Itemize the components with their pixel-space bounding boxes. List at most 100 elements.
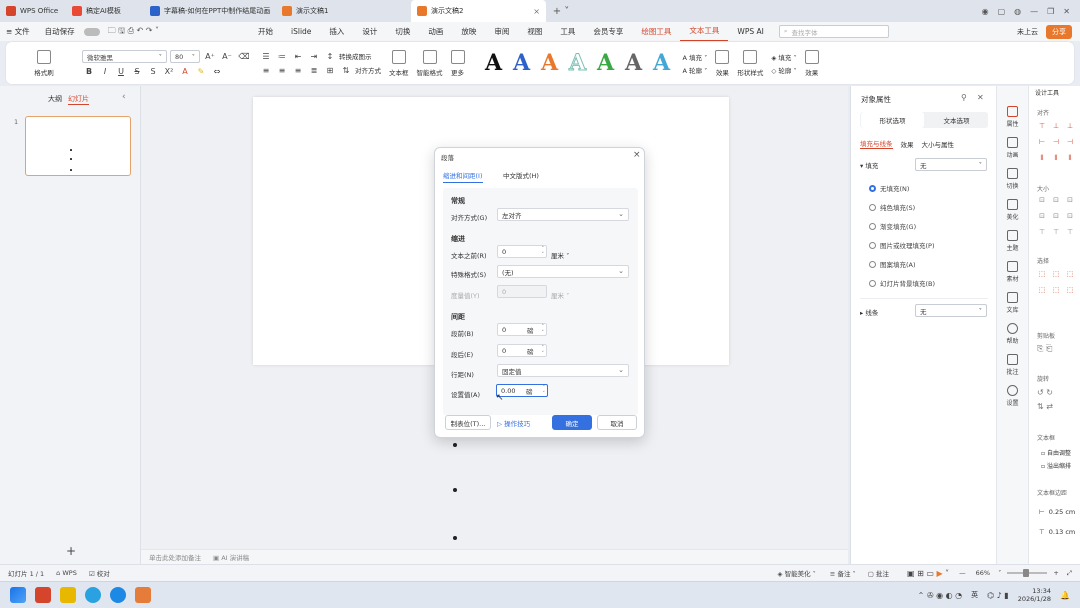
align-middle-icon[interactable]: ⊥ bbox=[1051, 122, 1061, 132]
menu-transition[interactable]: 切换 bbox=[386, 26, 419, 37]
window-mode-icon[interactable]: ▢ bbox=[998, 7, 1006, 16]
size-buttons[interactable]: ⊡ ⊡ ⊡ ⊡ ⊡ ⊡ ⊤ ⊤ ⊤ bbox=[1037, 196, 1079, 238]
clock[interactable]: 13:34 2026/1/28 bbox=[1018, 587, 1051, 603]
edge-icon[interactable] bbox=[85, 587, 101, 603]
comments-button[interactable]: ▢ 批注 bbox=[868, 568, 889, 578]
close-window-icon[interactable]: ✕ bbox=[1063, 7, 1070, 16]
zoom-slider[interactable] bbox=[1007, 569, 1048, 577]
menu-insert[interactable]: 插入 bbox=[320, 26, 353, 37]
slide-thumbnail[interactable] bbox=[25, 116, 131, 176]
rotate-icons[interactable]: ↺ ↻ ⇅ ⇄ bbox=[1037, 386, 1053, 414]
overflow-option[interactable]: ▫ 溢出缩排 bbox=[1041, 461, 1071, 470]
wordart-style-3[interactable]: A bbox=[537, 50, 563, 76]
select-icon[interactable]: ⬚ bbox=[1051, 286, 1061, 296]
superscript-icon[interactable]: X² bbox=[162, 67, 176, 76]
tab-effect[interactable]: 效果 bbox=[901, 139, 914, 149]
numbered-list-icon[interactable]: ≔ bbox=[275, 52, 289, 61]
space-after-input[interactable]: 0 磅 ˄ ˅ bbox=[497, 344, 547, 357]
pin-icon[interactable]: ⚲ bbox=[961, 93, 967, 102]
align-left-icon[interactable]: ≡ bbox=[259, 66, 273, 75]
shape-fill-button[interactable]: ◈ 填充 ˅ bbox=[771, 52, 796, 62]
align-r-icon[interactable]: ⊣ bbox=[1065, 138, 1075, 148]
size-icon[interactable]: ⊤ bbox=[1037, 228, 1047, 238]
tab-fill-line[interactable]: 填充与线条 bbox=[860, 138, 893, 149]
highlight-icon[interactable]: ✎ bbox=[194, 67, 208, 76]
shape-outline-button[interactable]: ◇ 轮廓 ˅ bbox=[771, 65, 796, 75]
file-explorer-icon[interactable] bbox=[60, 587, 76, 603]
tab-stops-button[interactable]: 制表位(T)... bbox=[445, 415, 491, 430]
wordart-style-5[interactable]: A bbox=[593, 50, 619, 76]
search-input[interactable]: ⌕ 查找字体 bbox=[778, 25, 889, 38]
side-item-assets[interactable]: 素材 bbox=[997, 261, 1028, 283]
menu-wps-ai[interactable]: WPS AI bbox=[728, 27, 772, 36]
format-painter-button[interactable]: 格式刷 bbox=[14, 49, 74, 77]
clipboard-icons[interactable]: ⎘ ⎗ bbox=[1037, 344, 1052, 354]
cancel-button[interactable]: 取消 bbox=[597, 415, 637, 430]
start-icon[interactable] bbox=[10, 587, 26, 603]
tab-slides[interactable]: 幻灯片 bbox=[68, 94, 89, 105]
autosave-toggle[interactable] bbox=[83, 27, 100, 36]
browser-icon[interactable] bbox=[110, 587, 126, 603]
size-icon[interactable]: ⊡ bbox=[1065, 212, 1075, 222]
theme-name[interactable]: ⌂ WPS bbox=[56, 569, 77, 577]
size-icon[interactable]: ⊤ bbox=[1051, 228, 1061, 238]
side-item-animation[interactable]: 动画 bbox=[997, 137, 1028, 159]
app-icon[interactable] bbox=[135, 587, 151, 603]
fit-window-icon[interactable]: ⤢ bbox=[1067, 569, 1072, 578]
fill-section-label[interactable]: ▾ 填充 bbox=[860, 160, 878, 170]
grow-font-icon[interactable]: A⁺ bbox=[203, 52, 217, 61]
distributed-icon[interactable]: ⊞ bbox=[323, 66, 337, 75]
proofing-button[interactable]: ☑ 校对 bbox=[89, 568, 110, 578]
margin-2[interactable]: ⊤ 0.13 cm bbox=[1039, 528, 1075, 536]
menu-islide[interactable]: iSlide bbox=[282, 27, 320, 36]
wordart-style-2[interactable]: A bbox=[509, 50, 535, 76]
wordart-style-6[interactable]: A bbox=[621, 50, 647, 76]
zoom-out-icon[interactable]: — bbox=[959, 569, 966, 577]
tab-size[interactable]: 大小与属性 bbox=[922, 139, 955, 149]
side-item-theme[interactable]: 主题 bbox=[997, 230, 1028, 252]
menu-slideshow[interactable]: 放映 bbox=[452, 26, 485, 37]
text-direction-icon[interactable]: ⇅ bbox=[339, 66, 353, 75]
wps-taskbar-icon[interactable] bbox=[35, 587, 51, 603]
decrease-indent-icon[interactable]: ⇤ bbox=[291, 52, 305, 61]
skin-icon[interactable]: ◍ bbox=[1014, 7, 1021, 16]
autofit-option[interactable]: ▫ 自由调整 bbox=[1041, 448, 1071, 457]
fill-background-radio[interactable]: 幻灯片背景填充(B) bbox=[869, 278, 935, 288]
tab-wps-office[interactable]: WPS Office bbox=[0, 0, 66, 22]
distribute-v-icon[interactable]: ⫴ bbox=[1051, 154, 1061, 164]
align-center-icon[interactable]: ≡ bbox=[275, 66, 289, 75]
font-size-select[interactable]: 80 ˅ bbox=[170, 50, 200, 63]
minimize-icon[interactable]: — bbox=[1030, 7, 1038, 16]
more-button[interactable]: 更多 bbox=[450, 49, 465, 77]
add-slide-icon[interactable]: + bbox=[66, 544, 76, 558]
bullet-list-icon[interactable]: ☰ bbox=[259, 52, 273, 61]
fill-none-radio[interactable]: 无填充(N) bbox=[869, 183, 935, 193]
justify-icon[interactable]: ≣ bbox=[307, 66, 321, 75]
shrink-font-icon[interactable]: A⁻ bbox=[220, 52, 234, 61]
font-color-icon[interactable]: A bbox=[178, 67, 192, 76]
clear-format-icon[interactable]: ⌫ bbox=[237, 52, 251, 61]
text-outline-button[interactable]: A 轮廓 ˅ bbox=[683, 65, 708, 75]
menu-review[interactable]: 审阅 bbox=[485, 26, 518, 37]
side-item-library[interactable]: 文库 bbox=[997, 292, 1028, 314]
menu-animation[interactable]: 动画 bbox=[419, 26, 452, 37]
close-panel-icon[interactable]: ✕ bbox=[977, 93, 984, 102]
side-item-comments[interactable]: 批注 bbox=[997, 354, 1028, 376]
line-section-label[interactable]: ▸ 线条 bbox=[860, 307, 878, 317]
menu-design[interactable]: 设计 bbox=[353, 26, 386, 37]
margin-1[interactable]: ⊢ 0.25 cm bbox=[1039, 508, 1075, 516]
alignment-select[interactable]: 左对齐 ⌄ bbox=[497, 208, 629, 221]
close-dialog-icon[interactable]: × bbox=[633, 150, 641, 160]
menu-view[interactable]: 视图 bbox=[518, 26, 551, 37]
menu-text-tools[interactable]: 文本工具 bbox=[680, 22, 729, 41]
align-right-icon[interactable]: ≡ bbox=[291, 66, 305, 75]
fill-select[interactable]: 无 ˅ bbox=[915, 158, 987, 171]
restore-icon[interactable]: ❐ bbox=[1047, 7, 1054, 16]
zoom-in-icon[interactable]: + bbox=[1053, 569, 1058, 577]
select-icon[interactable]: ⬚ bbox=[1065, 286, 1075, 296]
hamburger-icon[interactable]: ≡ 文件 bbox=[0, 26, 36, 37]
increase-indent-icon[interactable]: ⇥ bbox=[307, 52, 321, 61]
side-item-properties[interactable]: 属性 bbox=[997, 106, 1028, 128]
play-icon[interactable]: ▶ bbox=[936, 569, 942, 578]
tab-template[interactable]: 稿定AI模板 bbox=[66, 0, 144, 22]
